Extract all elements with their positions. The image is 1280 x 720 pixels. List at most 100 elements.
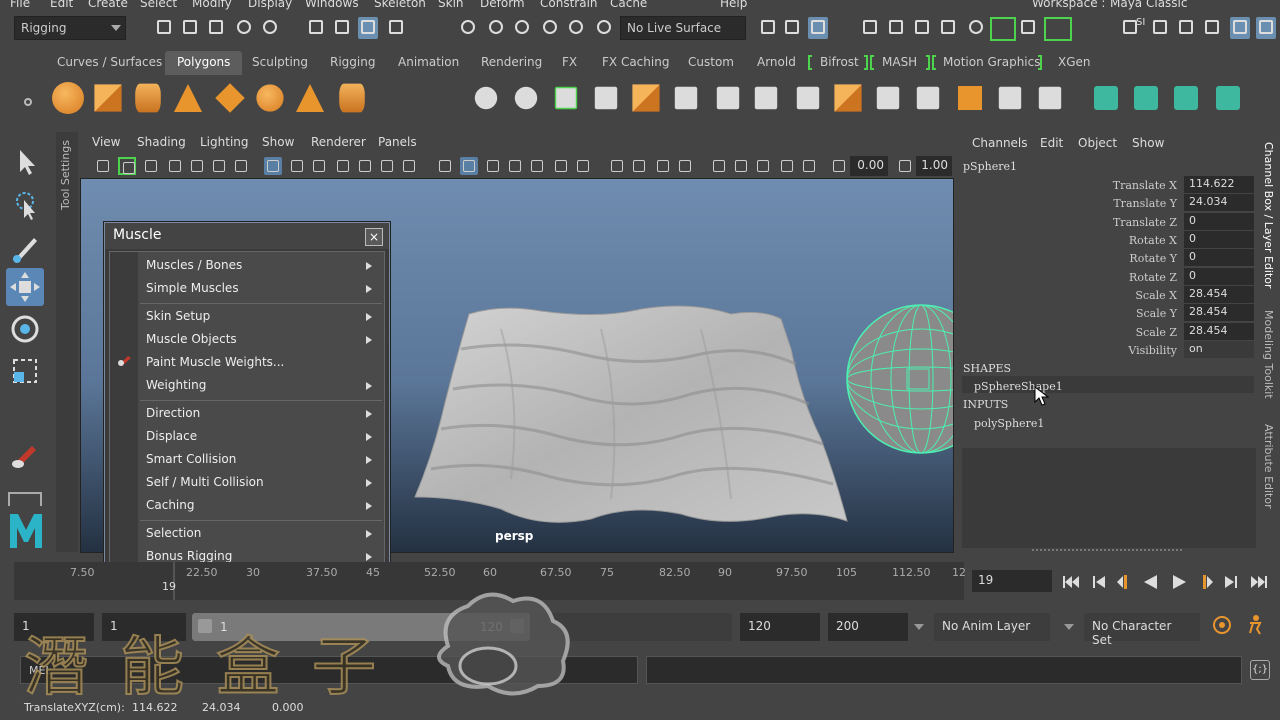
- tab-animation[interactable]: Animation: [398, 55, 459, 69]
- menu-item-smart-collision[interactable]: Smart Collision: [146, 452, 236, 466]
- attr-scale-y-label[interactable]: Scale Y: [1057, 307, 1177, 320]
- menu-skin[interactable]: Skin: [438, 0, 464, 10]
- chevron-down-icon[interactable]: [914, 624, 924, 630]
- go-to-start-icon[interactable]: [1062, 574, 1080, 590]
- cb-menu-object[interactable]: Object: [1078, 136, 1117, 150]
- playback-start-field[interactable]: 1: [102, 613, 186, 641]
- menu-create[interactable]: Create: [88, 0, 128, 10]
- vp-menu-show[interactable]: Show: [262, 135, 294, 149]
- boolean-icon[interactable]: [594, 86, 618, 110]
- range-slider[interactable]: 1 120: [192, 613, 732, 641]
- vp-menu-view[interactable]: View: [92, 135, 120, 149]
- cylindrical-map-icon[interactable]: [1094, 86, 1118, 110]
- cb-menu-show[interactable]: Show: [1132, 136, 1164, 150]
- select-object-icon[interactable]: [332, 17, 352, 39]
- anim-layer-dropdown[interactable]: No Anim Layer: [934, 613, 1050, 641]
- menu-cache[interactable]: Cache: [610, 0, 647, 10]
- snap-grid-icon[interactable]: [458, 17, 478, 39]
- menu-item-caching[interactable]: Caching: [146, 498, 195, 512]
- vp-menu-shading[interactable]: Shading: [137, 135, 186, 149]
- sphere-wireframe[interactable]: [846, 304, 954, 454]
- append-polygon-icon[interactable]: [916, 86, 940, 110]
- tool-settings-strip[interactable]: Tool Settings: [56, 132, 78, 552]
- menu-item-muscles-bones[interactable]: Muscles / Bones: [146, 258, 242, 272]
- camera-icon[interactable]: [800, 157, 818, 175]
- scale-tool-icon[interactable]: [6, 352, 44, 390]
- gamma-field[interactable]: 1.00: [916, 156, 952, 176]
- save-scene-icon[interactable]: [206, 17, 226, 39]
- tab-motion-graphics[interactable]: Motion Graphics: [943, 55, 1041, 69]
- cb-menu-channels[interactable]: Channels: [972, 136, 1028, 150]
- xray-joints-icon[interactable]: [732, 157, 750, 175]
- layout-icon[interactable]: [8, 492, 42, 506]
- hypershade-window-icon[interactable]: [966, 17, 986, 39]
- attr-rotate-z-field[interactable]: 0: [1184, 268, 1254, 285]
- attr-scale-y-field[interactable]: 28.454: [1184, 304, 1254, 321]
- ambient-occlusion-icon[interactable]: [608, 157, 626, 175]
- uv-unfold-icon[interactable]: [1216, 86, 1240, 110]
- render-frame-icon[interactable]: [886, 17, 906, 39]
- xray-active-icon[interactable]: [754, 157, 772, 175]
- safe-title-icon[interactable]: [400, 157, 418, 175]
- workspace-dropdown[interactable]: Maya Classic: [1110, 0, 1187, 10]
- terrain-mesh[interactable]: [414, 305, 848, 523]
- multisample-icon[interactable]: [654, 157, 672, 175]
- menu-item-displace[interactable]: Displace: [146, 429, 197, 443]
- attr-scale-x-field[interactable]: 28.454: [1184, 286, 1254, 303]
- tab-polygons[interactable]: Polygons: [165, 51, 243, 75]
- range-end-handle-icon[interactable]: [510, 619, 524, 633]
- gate-mask-icon[interactable]: [334, 157, 352, 175]
- snap-curve-icon[interactable]: [486, 17, 506, 39]
- poly-cylinder-icon[interactable]: [135, 83, 161, 113]
- poly-plane-icon[interactable]: [215, 83, 245, 113]
- menu-item-selection[interactable]: Selection: [146, 526, 201, 540]
- tab-rendering[interactable]: Rendering: [481, 55, 542, 69]
- attr-visibility-label[interactable]: Visibility: [1057, 344, 1177, 357]
- vp-menu-panels[interactable]: Panels: [378, 135, 417, 149]
- go-to-end-icon[interactable]: [1250, 574, 1268, 590]
- render-view-icon[interactable]: [860, 17, 880, 39]
- separate-icon[interactable]: [514, 86, 538, 110]
- menu-edit[interactable]: Edit: [50, 0, 73, 10]
- snap-view-icon[interactable]: [540, 17, 560, 39]
- close-icon[interactable]: ×: [365, 228, 383, 246]
- last-tool-icon[interactable]: [6, 436, 44, 474]
- make-live-icon[interactable]: [594, 17, 614, 39]
- menu-deform[interactable]: Deform: [480, 0, 525, 10]
- menu-item-direction[interactable]: Direction: [146, 406, 200, 420]
- extrude-icon[interactable]: [632, 84, 660, 112]
- shelf-menu-icon[interactable]: [18, 80, 38, 120]
- animation-preferences-icon[interactable]: [1244, 613, 1266, 635]
- poly-cube-icon[interactable]: [94, 84, 122, 112]
- step-forward-key-icon[interactable]: [1196, 574, 1214, 590]
- tab-xgen[interactable]: XGen: [1058, 55, 1091, 69]
- menu-help[interactable]: Help: [720, 0, 747, 10]
- vp-menu-lighting[interactable]: Lighting: [200, 135, 249, 149]
- menu-skeleton[interactable]: Skeleton: [374, 0, 426, 10]
- tab-fx-caching[interactable]: FX Caching: [602, 55, 669, 69]
- bookmark-icon[interactable]: [142, 157, 160, 175]
- playback-end-field[interactable]: 120: [740, 613, 820, 641]
- select-component-icon[interactable]: [358, 17, 378, 39]
- safe-action-icon[interactable]: [378, 157, 396, 175]
- range-start-handle-icon[interactable]: [198, 619, 212, 633]
- select-hierarchy-icon[interactable]: [306, 17, 326, 39]
- attr-translate-x-label[interactable]: Translate X: [1057, 179, 1177, 192]
- display-render-settings-icon[interactable]: [938, 17, 958, 39]
- wireframe-on-shaded-icon[interactable]: [506, 157, 524, 175]
- tab-sculpting[interactable]: Sculpting: [252, 55, 308, 69]
- isolate-select-icon[interactable]: [710, 157, 728, 175]
- lasso-tool-icon[interactable]: [6, 186, 44, 224]
- menu-file[interactable]: File: [10, 0, 30, 10]
- time-slider[interactable]: 7.50 22.50 30 37.50 45 52.50 60 67.50 75…: [14, 562, 966, 600]
- character-set-dropdown[interactable]: No Character Set: [1084, 613, 1200, 647]
- tab-modeling-toolkit[interactable]: Modeling Toolkit: [1262, 310, 1275, 399]
- attr-translate-y-label[interactable]: Translate Y: [1057, 197, 1177, 210]
- grid-toggle-icon[interactable]: [232, 157, 250, 175]
- poly-pipe-icon[interactable]: [339, 83, 365, 113]
- grease-pencil-icon[interactable]: [210, 157, 228, 175]
- attr-translate-z-field[interactable]: 0: [1184, 213, 1254, 230]
- tab-fx[interactable]: FX: [562, 55, 577, 69]
- tab-attribute-editor[interactable]: Attribute Editor: [1262, 424, 1275, 509]
- ipr-render-icon[interactable]: [912, 17, 932, 39]
